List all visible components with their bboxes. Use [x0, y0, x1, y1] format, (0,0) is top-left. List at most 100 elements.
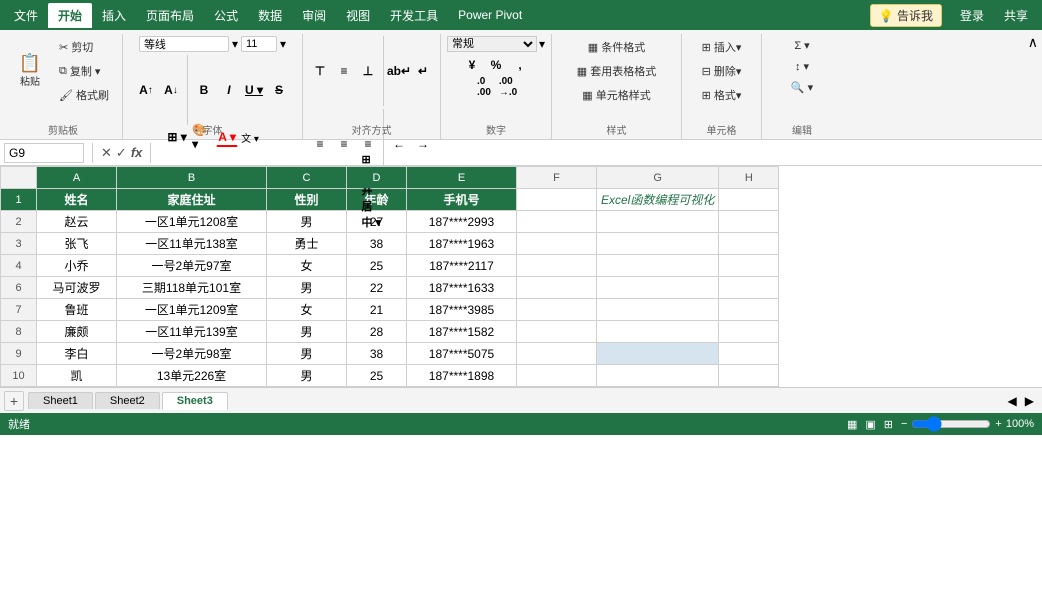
cell-f4[interactable]	[517, 255, 597, 277]
grid-scroll-area[interactable]: A B C D E F G H 1 姓名 家庭住址 性别 年龄	[0, 166, 1042, 387]
cell-c7[interactable]: 女	[267, 299, 347, 321]
font-size-dropdown-icon[interactable]: ▾	[280, 37, 286, 51]
cell-c8[interactable]: 男	[267, 321, 347, 343]
align-bottom-button[interactable]: ⊥	[357, 61, 379, 81]
cell-f3[interactable]	[517, 233, 597, 255]
cancel-formula-icon[interactable]: ✕	[101, 145, 112, 161]
cell-e9[interactable]: 187****5075	[407, 343, 517, 365]
col-header-h[interactable]: H	[719, 167, 779, 189]
scroll-right-btn[interactable]: ▶	[1021, 394, 1038, 408]
cell-h9[interactable]	[719, 343, 779, 365]
cell-e10[interactable]: 187****1898	[407, 365, 517, 387]
add-sheet-btn[interactable]: +	[4, 391, 24, 411]
row-num-9[interactable]: 9	[1, 343, 37, 365]
menu-item-review[interactable]: 审阅	[292, 3, 336, 28]
paste-button[interactable]: 📋 粘贴	[10, 51, 50, 91]
sum-button[interactable]: Σ ▾	[787, 36, 816, 55]
sheet-tab-sheet2[interactable]: Sheet2	[95, 392, 160, 409]
zoom-range[interactable]	[911, 416, 991, 432]
col-header-e[interactable]: E	[407, 167, 517, 189]
wen-btn[interactable]: 文 ▾	[241, 130, 259, 145]
menu-item-powerpivot[interactable]: Power Pivot	[448, 4, 532, 26]
cell-f9[interactable]	[517, 343, 597, 365]
align-top-button[interactable]: ⊤	[309, 61, 331, 81]
cell-c3[interactable]: 勇士	[267, 233, 347, 255]
col-header-a[interactable]: A	[37, 167, 117, 189]
cell-f2[interactable]	[517, 211, 597, 233]
cell-f8[interactable]	[517, 321, 597, 343]
cell-h8[interactable]	[719, 321, 779, 343]
wrap-text-button[interactable]: ↵	[412, 61, 434, 81]
table-format-button[interactable]: ▦ 套用表格格式	[570, 60, 663, 82]
insert-function-icon[interactable]: fx	[131, 145, 143, 161]
share-btn[interactable]: 共享	[994, 3, 1038, 28]
copy-button[interactable]: ⧉ 复制 ▾	[52, 60, 116, 82]
cell-g8[interactable]	[597, 321, 719, 343]
font-name-dropdown-icon[interactable]: ▾	[232, 37, 238, 51]
view-normal-btn[interactable]: ▦	[847, 418, 857, 431]
cell-e8[interactable]: 187****1582	[407, 321, 517, 343]
cell-b1[interactable]: 家庭住址	[117, 189, 267, 211]
font-name-input[interactable]	[139, 36, 229, 52]
cell-b7[interactable]: 一区1单元1209室	[117, 299, 267, 321]
underline-button[interactable]: U ▾	[243, 80, 265, 100]
font-size-decrease-button[interactable]: A↓	[160, 80, 182, 100]
cell-d8[interactable]: 28	[347, 321, 407, 343]
login-btn[interactable]: 登录	[950, 3, 994, 28]
font-size-input[interactable]	[241, 36, 277, 52]
cell-g3[interactable]	[597, 233, 719, 255]
cell-a2[interactable]: 赵云	[37, 211, 117, 233]
align-left-button[interactable]: ≡	[309, 134, 331, 154]
zoom-slider[interactable]: − + 100%	[901, 416, 1034, 432]
delete-cells-button[interactable]: ⊟ 删除▾	[695, 60, 749, 82]
col-header-d[interactable]: D	[347, 167, 407, 189]
format-cells-button[interactable]: ⊞ 格式▾	[695, 84, 749, 106]
menu-item-view[interactable]: 视图	[336, 3, 380, 28]
cell-b10[interactable]: 13单元226室	[117, 365, 267, 387]
text-orient-button[interactable]: ab↵	[388, 61, 410, 81]
cell-f6[interactable]	[517, 277, 597, 299]
cell-a9[interactable]: 李白	[37, 343, 117, 365]
cell-b4[interactable]: 一号2单元97室	[117, 255, 267, 277]
italic-button[interactable]: I	[218, 80, 240, 100]
scroll-left-btn[interactable]: ◀	[1004, 394, 1021, 408]
cell-f10[interactable]	[517, 365, 597, 387]
cell-h2[interactable]	[719, 211, 779, 233]
cell-d10[interactable]: 25	[347, 365, 407, 387]
cell-g6[interactable]	[597, 277, 719, 299]
cell-h4[interactable]	[719, 255, 779, 277]
cell-g10[interactable]	[597, 365, 719, 387]
cell-d6[interactable]: 22	[347, 277, 407, 299]
col-header-c[interactable]: C	[267, 167, 347, 189]
cell-b9[interactable]: 一号2单元98室	[117, 343, 267, 365]
col-header-b[interactable]: B	[117, 167, 267, 189]
align-middle-button[interactable]: ≡	[333, 61, 355, 81]
cell-c1[interactable]: 性别	[267, 189, 347, 211]
zoom-decrease-icon[interactable]: −	[901, 418, 907, 430]
row-num-2[interactable]: 2	[1, 211, 37, 233]
cell-b8[interactable]: 一区11单元139室	[117, 321, 267, 343]
menu-item-layout[interactable]: 页面布局	[136, 3, 204, 28]
row-num-4[interactable]: 4	[1, 255, 37, 277]
menu-item-home[interactable]: 开始	[48, 3, 92, 28]
row-num-6[interactable]: 6	[1, 277, 37, 299]
cell-a7[interactable]: 鲁班	[37, 299, 117, 321]
menu-item-insert[interactable]: 插入	[92, 3, 136, 28]
menu-item-dev[interactable]: 开发工具	[380, 3, 448, 28]
cell-h10[interactable]	[719, 365, 779, 387]
cell-f1[interactable]	[517, 189, 597, 211]
cell-c2[interactable]: 男	[267, 211, 347, 233]
cell-a4[interactable]: 小乔	[37, 255, 117, 277]
sheet-tab-sheet1[interactable]: Sheet1	[28, 392, 93, 409]
strikethrough-button[interactable]: S	[268, 80, 290, 100]
conditional-format-button[interactable]: ▦ 条件格式	[581, 36, 652, 58]
col-header-g[interactable]: G	[597, 167, 719, 189]
comma-button[interactable]: ,	[509, 55, 531, 75]
cell-c9[interactable]: 男	[267, 343, 347, 365]
cell-c4[interactable]: 女	[267, 255, 347, 277]
cell-e2[interactable]: 187****2993	[407, 211, 517, 233]
cell-e3[interactable]: 187****1963	[407, 233, 517, 255]
cell-e4[interactable]: 187****2117	[407, 255, 517, 277]
menu-item-data[interactable]: 数据	[248, 3, 292, 28]
bold-button[interactable]: B	[193, 80, 215, 100]
